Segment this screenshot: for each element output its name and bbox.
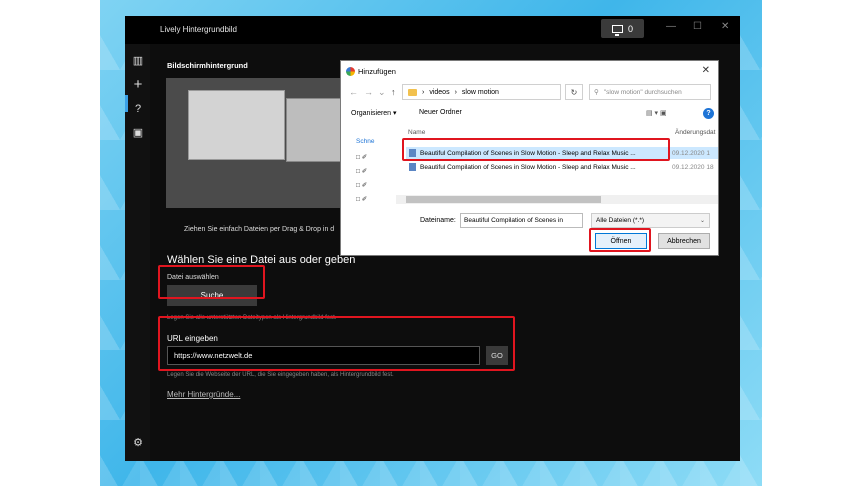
- navigation-pane: Schne □ ✐ □ ✐ □ ✐ □ ✐: [353, 136, 395, 206]
- feedback-icon[interactable]: ▣: [131, 126, 145, 139]
- search-placeholder: "slow motion" durchsuchen: [603, 88, 682, 96]
- preview-image: [166, 78, 348, 208]
- column-date-header[interactable]: Änderungsdat: [675, 129, 715, 136]
- section-heading: Bildschirmhintergrund: [167, 61, 248, 70]
- column-name-header[interactable]: Name: [408, 129, 425, 136]
- up-arrow-icon[interactable]: ↑: [391, 87, 396, 97]
- dialog-title-bar: Hinzufügen ✕: [341, 61, 718, 83]
- dialog-toolbar: Organisieren ▾ Neuer Ordner ▤ ▾ ▣ ?: [341, 105, 718, 123]
- close-button[interactable]: ✕: [721, 21, 729, 32]
- url-input[interactable]: [167, 346, 480, 365]
- organize-button[interactable]: Organisieren ▾: [351, 109, 397, 117]
- scrollbar-thumb[interactable]: [406, 196, 601, 203]
- sidebar: ▥ + ? ▣ ⚙: [125, 44, 150, 461]
- add-icon[interactable]: +: [131, 76, 145, 93]
- search-button[interactable]: Suche: [167, 285, 257, 306]
- breadcrumb-sep: ›: [422, 88, 425, 96]
- preview-window-secondary: [286, 98, 348, 162]
- settings-icon[interactable]: ⚙: [131, 436, 145, 449]
- nav-item[interactable]: □ ✐: [356, 153, 367, 161]
- filetype-select[interactable]: Alle Dateien (*.*) ⌄: [591, 213, 710, 228]
- file-date: 09.12.2020 18: [672, 163, 714, 171]
- chevron-down-icon: ⌄: [699, 218, 705, 224]
- history-dropdown-icon[interactable]: ⌄: [378, 87, 386, 98]
- breadcrumb-videos[interactable]: videos: [429, 89, 449, 96]
- open-button[interactable]: Öffnen: [595, 233, 647, 249]
- more-wallpapers-link[interactable]: Mehr Hintergründe...: [167, 390, 240, 399]
- view-options-icon[interactable]: ▤ ▾ ▣: [646, 109, 667, 117]
- back-arrow-icon[interactable]: ←: [349, 87, 358, 97]
- title-bar: Lively Hintergrundbild 0 — ☐ ✕: [125, 16, 740, 44]
- filename-label: Dateiname:: [420, 217, 456, 224]
- file-name: Beautiful Compilation of Scenes in Slow …: [420, 149, 636, 157]
- filename-input[interactable]: [460, 213, 583, 228]
- file-name: Beautiful Compilation of Scenes in Slow …: [420, 163, 636, 171]
- file-select-label: Datei auswählen: [167, 274, 219, 281]
- choose-heading: Wählen Sie eine Datei aus oder geben: [167, 254, 356, 266]
- filetype-value: Alle Dateien (*.*): [596, 217, 645, 224]
- nav-item[interactable]: □ ✐: [356, 181, 367, 189]
- nav-item[interactable]: □ ✐: [356, 167, 367, 175]
- preview-window: [188, 90, 285, 160]
- file-row[interactable]: Beautiful Compilation of Scenes in Slow …: [406, 147, 718, 159]
- refresh-icon[interactable]: ↻: [565, 84, 583, 100]
- horizontal-scrollbar[interactable]: [396, 195, 718, 204]
- url-hint: Legen Sie die Webseite der URL, die Sie …: [167, 372, 394, 378]
- minimize-button[interactable]: —: [666, 21, 676, 32]
- file-date: 09.12.2020 1: [672, 149, 710, 157]
- monitor-icon: [611, 24, 623, 36]
- url-label: URL eingeben: [167, 334, 218, 343]
- video-file-icon: [409, 163, 416, 171]
- add-file-dialog: Hinzufügen ✕ ← → ⌄ ↑ › videos › slow mot…: [340, 60, 719, 256]
- dialog-title: Hinzufügen: [358, 67, 396, 76]
- chrome-icon: [346, 67, 355, 76]
- folder-icon: [408, 88, 417, 96]
- screen-selector-button[interactable]: 0: [601, 19, 644, 38]
- video-file-icon: [409, 149, 416, 157]
- nav-quickaccess[interactable]: Schne: [356, 138, 374, 145]
- new-folder-button[interactable]: Neuer Ordner: [419, 109, 462, 116]
- search-icon: ⚲: [594, 89, 599, 96]
- drag-drop-text: Ziehen Sie einfach Dateien per Drag & Dr…: [184, 226, 335, 233]
- dialog-close-button[interactable]: ✕: [702, 65, 710, 76]
- maximize-button[interactable]: ☐: [693, 21, 702, 32]
- folder-search-input[interactable]: ⚲ "slow motion" durchsuchen: [589, 84, 711, 100]
- file-row[interactable]: Beautiful Compilation of Scenes in Slow …: [406, 161, 718, 173]
- address-bar[interactable]: › videos › slow motion: [402, 84, 561, 100]
- library-icon[interactable]: ▥: [131, 54, 145, 67]
- cancel-button[interactable]: Abbrechen: [658, 233, 710, 249]
- forward-arrow-icon[interactable]: →: [364, 87, 373, 97]
- nav-item[interactable]: □ ✐: [356, 195, 367, 203]
- breadcrumb-sep: ›: [454, 88, 457, 96]
- address-row: ← → ⌄ ↑ › videos › slow motion ↻ ⚲ "slow…: [341, 83, 718, 103]
- help-icon[interactable]: ?: [703, 108, 714, 119]
- file-hint: Legen Sie alle unterstützten Dateitypen …: [167, 315, 337, 321]
- active-indicator: [125, 95, 128, 112]
- app-title: Lively Hintergrundbild: [160, 25, 237, 34]
- help-icon[interactable]: ?: [131, 103, 145, 115]
- screen-count: 0: [627, 23, 633, 34]
- breadcrumb-slow-motion[interactable]: slow motion: [462, 89, 499, 96]
- go-button[interactable]: GO: [486, 346, 508, 365]
